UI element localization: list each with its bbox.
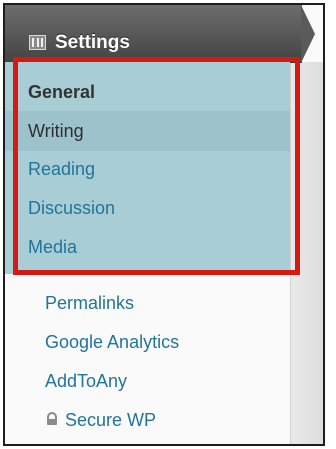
lock-icon xyxy=(47,412,57,425)
highlight-box xyxy=(13,57,300,275)
menu-item-label: Google Analytics xyxy=(45,332,180,352)
menu-arrow-indicator xyxy=(301,5,315,63)
menu-item-google-analytics[interactable]: Google Analytics xyxy=(5,322,285,362)
menu-item-permalinks[interactable]: Permalinks xyxy=(5,283,285,323)
menu-item-label: AddToAny xyxy=(45,371,128,391)
menu-item-label: Secure WP xyxy=(65,410,157,430)
menu-item-label: Permalinks xyxy=(45,293,135,313)
settings-menu-header[interactable]: Settings xyxy=(5,5,302,63)
menu-item-addtoany[interactable]: AddToAny xyxy=(5,361,285,401)
settings-icon xyxy=(29,35,46,50)
menu-item-secure-wp[interactable]: Secure WP xyxy=(5,400,285,440)
settings-menu-title: Settings xyxy=(55,32,130,53)
